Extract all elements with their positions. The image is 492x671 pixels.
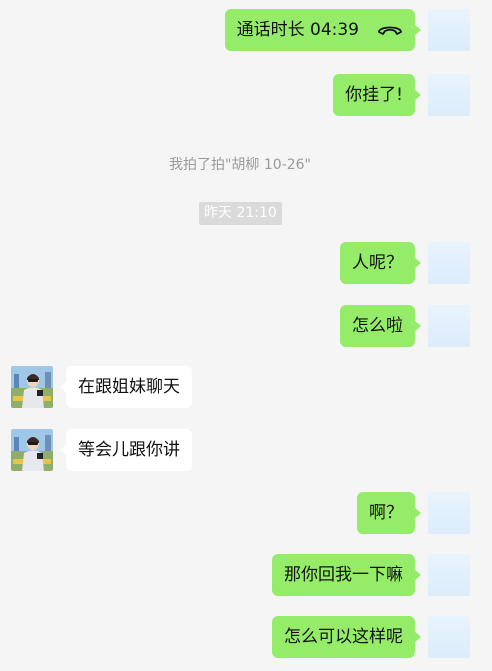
message-bubble-mine[interactable]: 那你回我一下嘛 (272, 554, 421, 596)
my-avatar[interactable] (428, 74, 470, 116)
my-avatar[interactable] (428, 554, 470, 596)
my-avatar[interactable] (428, 242, 470, 284)
call-duration-bubble[interactable]: 通话时长 04:39 (224, 9, 422, 51)
phone-hangup-icon (378, 26, 402, 35)
message-bubble-contact[interactable]: 等会儿跟你讲 (60, 429, 192, 471)
message-bubble-contact[interactable]: 在跟姐妹聊天 (60, 366, 192, 408)
message-bubble-mine[interactable]: 啊？ (357, 492, 421, 534)
call-duration-text: 通话时长 04:39 (236, 20, 359, 40)
contact-avatar[interactable] (11, 366, 53, 408)
my-avatar[interactable] (428, 492, 470, 534)
my-avatar[interactable] (428, 616, 470, 658)
contact-avatar[interactable] (11, 429, 53, 471)
timestamp-chip: 昨天 21:10 (199, 202, 282, 225)
my-avatar[interactable] (428, 9, 470, 51)
message-bubble-mine[interactable]: 人呢？ (340, 242, 421, 284)
contact-avatar-photo (11, 366, 53, 408)
message-bubble-mine[interactable]: 你挂了! (333, 74, 421, 116)
my-avatar[interactable] (428, 305, 470, 347)
system-pat-notice: 我拍了拍"胡柳 10-26" (168, 157, 311, 173)
contact-avatar-photo (11, 429, 53, 471)
message-bubble-mine[interactable]: 怎么啦 (340, 305, 421, 347)
message-bubble-mine[interactable]: 怎么可以这样呢 (272, 616, 421, 658)
